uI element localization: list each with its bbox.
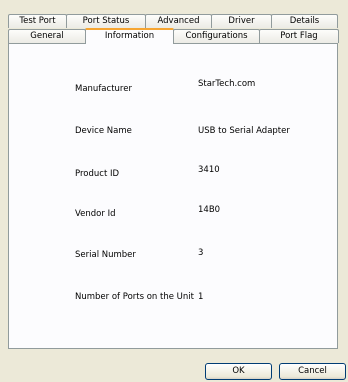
tab-port-status[interactable]: Port Status [66,14,146,28]
device-name-value: USB to Serial Adapter [198,126,290,136]
serial-number-value: 3 [198,248,204,258]
serial-number-label: Serial Number [75,250,136,260]
vendor-id-label: Vendor Id [75,209,116,219]
information-panel: Manufacturer StarTech.com Device Name US… [8,43,338,349]
tab-configurations[interactable]: Configurations [173,29,260,43]
product-id-value: 3410 [198,165,220,175]
cancel-button[interactable]: Cancel [279,363,346,380]
tab-port-flag[interactable]: Port Flag [259,29,339,43]
vendor-id-value: 14B0 [198,205,221,215]
product-id-label: Product ID [75,169,120,179]
manufacturer-label: Manufacturer [75,84,132,94]
ok-button[interactable]: OK [205,363,272,380]
manufacturer-value: StarTech.com [198,79,256,89]
tab-test-port[interactable]: Test Port [8,14,67,28]
number-of-ports-label: Number of Ports on the Unit [75,292,194,302]
tab-information[interactable]: Information [85,28,174,44]
number-of-ports-value: 1 [198,292,204,302]
tab-row-back: Test Port Port Status Advanced Driver De… [8,14,338,28]
tab-general[interactable]: General [8,29,86,43]
tab-row-front: General Information Configurations Port … [8,28,339,44]
tab-details[interactable]: Details [271,14,338,28]
tab-driver[interactable]: Driver [211,14,272,28]
tab-advanced[interactable]: Advanced [145,14,212,28]
device-name-label: Device Name [75,126,132,136]
